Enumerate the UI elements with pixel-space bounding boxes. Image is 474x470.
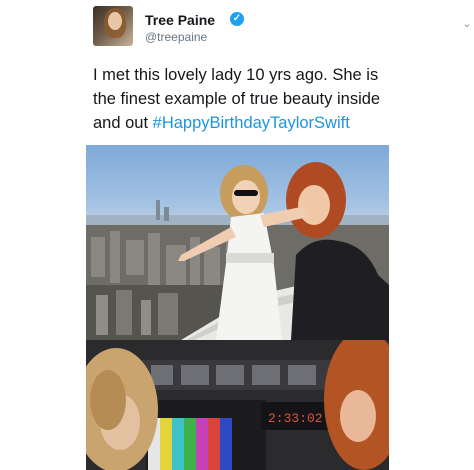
chevron-down-icon[interactable]: ⌄ [461, 18, 473, 30]
tweet-photo-bottom[interactable]: 2:33:02 [86, 340, 389, 470]
photo-bottom-illustration: 2:33:02 [86, 340, 389, 470]
photo-top-illustration [86, 162, 389, 340]
tweet-text: I met this lovely lady 10 yrs ago. She i… [93, 63, 393, 135]
avatar-face [108, 12, 122, 30]
hashtag-link[interactable]: #HappyBirthdayTaylorSwift [153, 114, 350, 132]
display-name[interactable]: Tree Paine [145, 12, 215, 28]
verified-badge-icon: ✓ [230, 12, 244, 26]
tweet-photo-top[interactable] [86, 145, 389, 340]
tweet-header: Tree Paine ✓ @treepaine ⌄ [93, 6, 472, 50]
clock-display: 2:33:02 [268, 411, 323, 426]
user-handle[interactable]: @treepaine [145, 30, 207, 44]
avatar[interactable] [93, 6, 133, 46]
